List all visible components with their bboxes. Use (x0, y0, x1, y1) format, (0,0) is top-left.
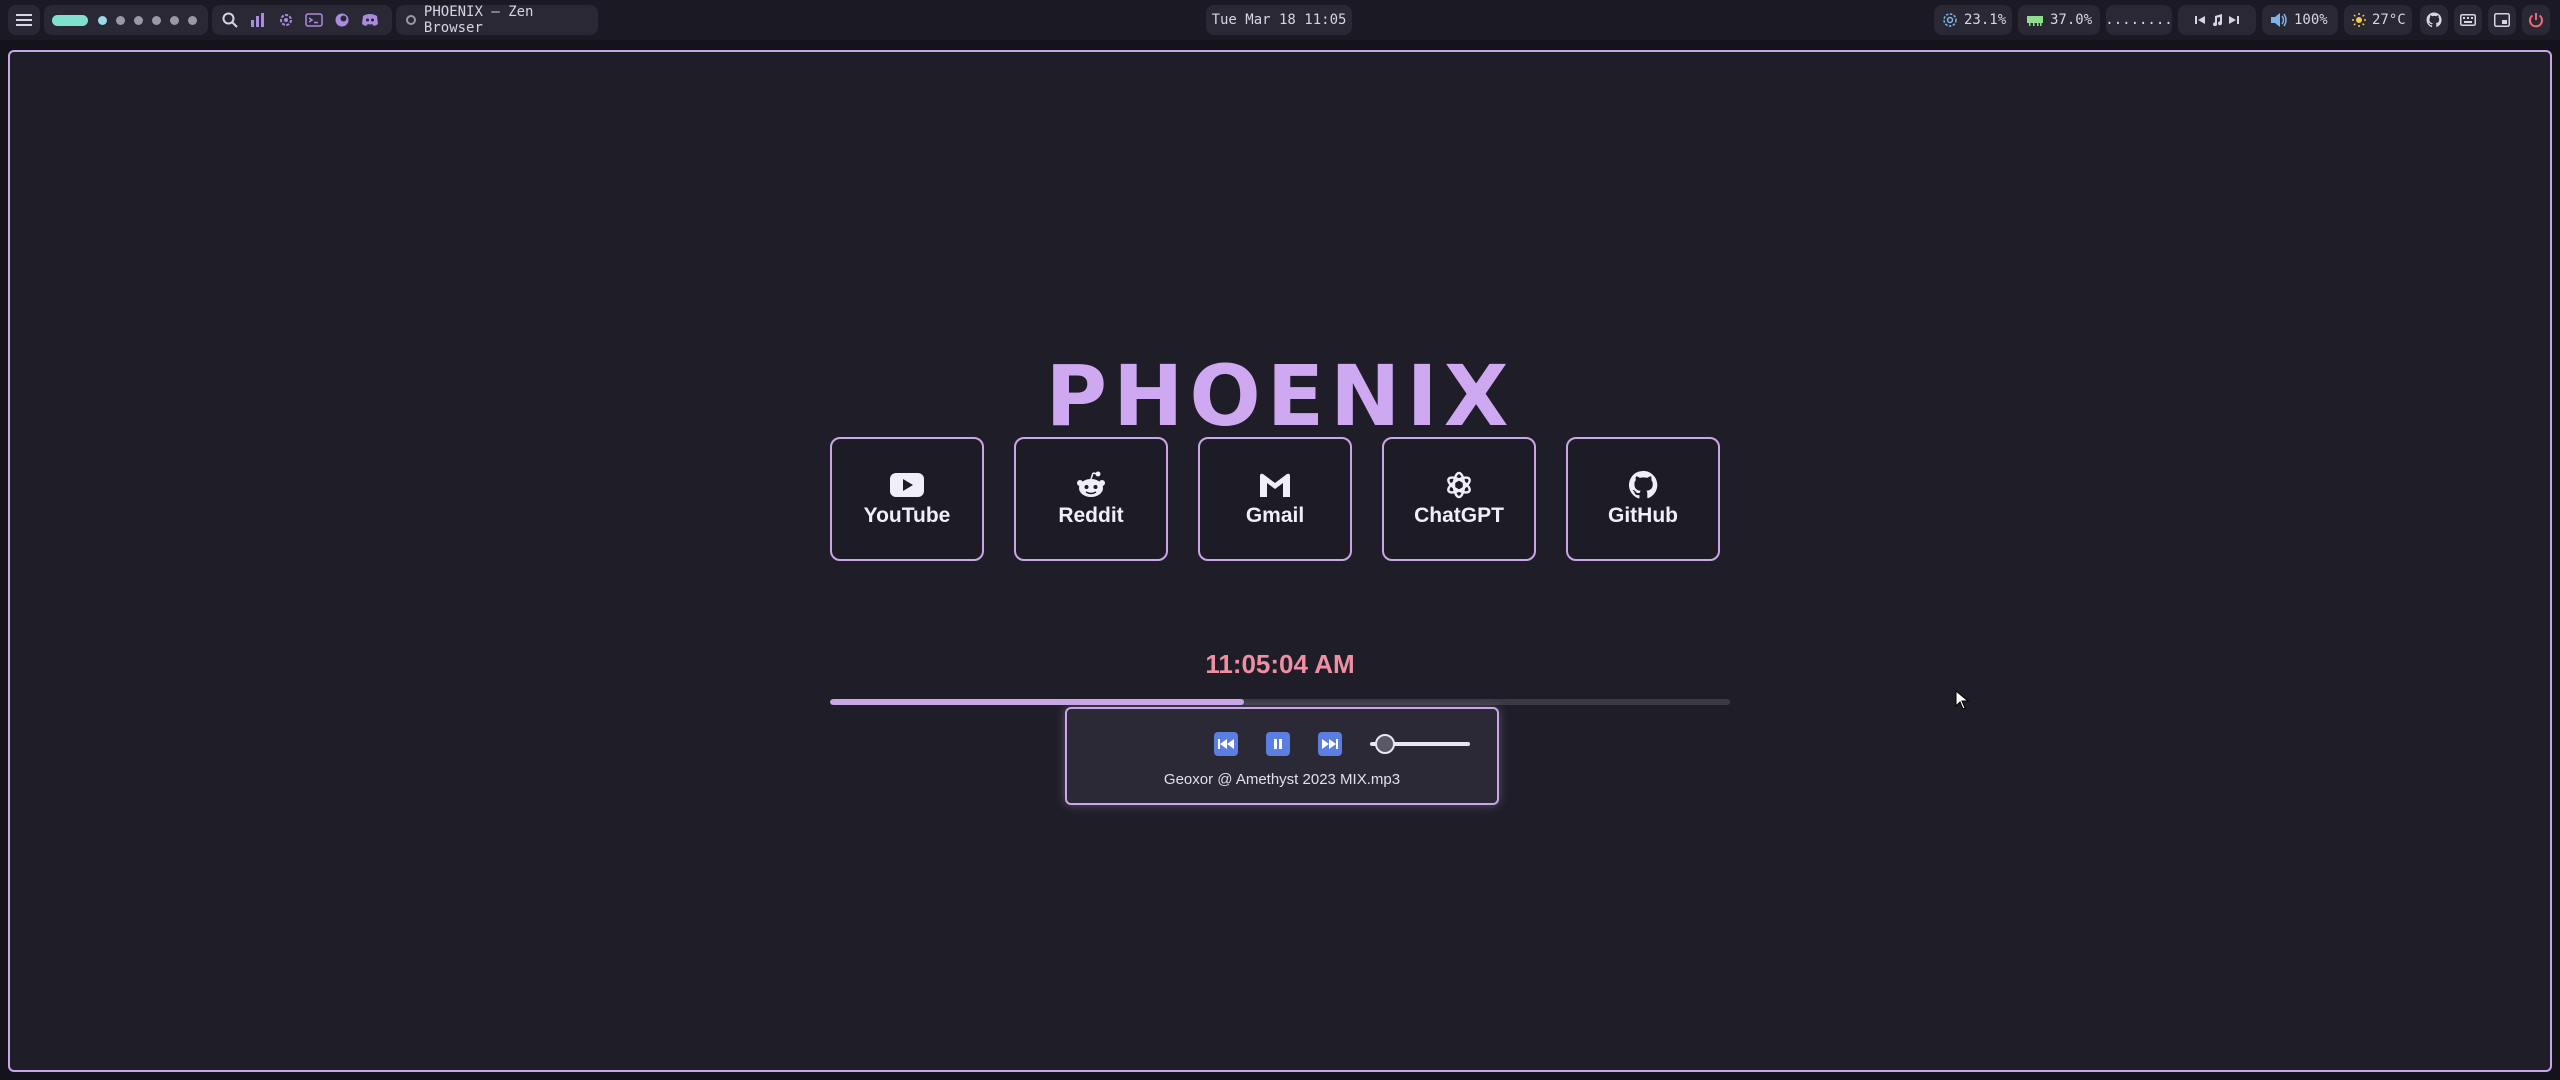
tile-label: Gmail (1245, 504, 1305, 527)
speaker-icon (2271, 13, 2287, 27)
rewind-icon (1218, 739, 1234, 749)
github-icon (1628, 470, 1658, 500)
tile-reddit[interactable]: Reddit (1014, 437, 1168, 561)
memory-icon (2027, 16, 2043, 26)
track-title: Geoxor @ Amethyst 2023 MIX.mp3 (1163, 771, 1401, 788)
tile-github[interactable]: GitHub (1566, 437, 1720, 561)
workspace-switcher (44, 5, 208, 35)
tile-chatgpt[interactable]: ChatGPT (1382, 437, 1536, 561)
memory-value: 37.0% (2050, 12, 2093, 28)
reddit-icon (1075, 470, 1107, 500)
workspace-3[interactable] (116, 15, 125, 25)
workspace-7[interactable] (188, 15, 197, 25)
tile-label: YouTube (863, 504, 951, 527)
music-player: Geoxor @ Amethyst 2023 MIX.mp3 (1065, 707, 1499, 805)
volume-handle[interactable] (1375, 734, 1395, 754)
chatgpt-icon (1444, 470, 1474, 500)
memory-widget[interactable]: 37.0% (2018, 5, 2100, 35)
keyboard-layout-button[interactable] (2454, 5, 2482, 35)
pause-icon (1274, 739, 1282, 749)
temperature-value: 27°C (2372, 12, 2406, 28)
window-circle-icon (406, 15, 416, 25)
workspace-2[interactable] (98, 15, 107, 25)
sun-icon (2352, 13, 2366, 27)
discord-icon[interactable] (359, 9, 381, 31)
music-note-icon[interactable] (2211, 14, 2223, 26)
shortcut-tiles: YouTube Reddit Gmail ChatGPT GitHub (830, 437, 1720, 561)
fast-forward-button[interactable] (1318, 732, 1342, 756)
workspace-1[interactable] (52, 14, 88, 26)
player-controls (1067, 732, 1497, 756)
tile-label: ChatGPT (1414, 504, 1504, 527)
workspace-5[interactable] (152, 15, 161, 25)
rewind-button[interactable] (1214, 732, 1238, 756)
tile-label: Reddit (1058, 504, 1124, 527)
github-icon (2426, 12, 2442, 28)
tile-gmail[interactable]: Gmail (1198, 437, 1352, 561)
search-icon[interactable] (219, 9, 241, 31)
cpu-icon (1943, 13, 1957, 27)
media-controls-bar (2178, 5, 2256, 35)
power-icon (2529, 13, 2543, 28)
browser-icon[interactable] (331, 9, 353, 31)
workspace-4[interactable] (134, 15, 143, 25)
settings-gear-icon[interactable] (275, 9, 297, 31)
datetime-text: Tue Mar 18 11:05 (1211, 12, 1347, 28)
page-title: PHOENIX (1045, 347, 1515, 445)
network-value: ........ (2105, 12, 2173, 28)
monitor-graph-icon[interactable] (247, 9, 269, 31)
pause-button[interactable] (1266, 732, 1290, 756)
app-launcher-bar (212, 5, 392, 35)
github-tray-button[interactable] (2420, 5, 2448, 35)
volume-widget[interactable]: 100% (2262, 5, 2338, 35)
progress-fill (830, 699, 1244, 705)
keyboard-icon (2460, 14, 2476, 26)
tile-label: GitHub (1608, 504, 1678, 527)
cpu-value: 23.1% (1964, 12, 2007, 28)
menu-icon (16, 14, 32, 26)
menu-button[interactable] (8, 5, 40, 35)
top-bar: PHOENIX — Zen Browser Tue Mar 18 11:05 2… (0, 0, 2560, 40)
cpu-widget[interactable]: 23.1% (1934, 5, 2012, 35)
workspace-6[interactable] (170, 15, 179, 25)
day-progress-bar (830, 699, 1730, 705)
next-track-icon[interactable] (2229, 15, 2239, 25)
youtube-icon (890, 470, 924, 500)
browser-window: PHOENIX YouTube Reddit Gmail ChatGPT Git… (8, 50, 2552, 1072)
clock-display: 11:05:04 AM (1205, 649, 1355, 679)
network-widget[interactable]: ........ (2105, 5, 2173, 35)
tile-youtube[interactable]: YouTube (830, 437, 984, 561)
mouse-cursor-icon (1955, 690, 1969, 710)
weather-widget[interactable]: 27°C (2344, 5, 2412, 35)
clock-widget[interactable]: Tue Mar 18 11:05 (1206, 5, 1352, 35)
terminal-icon[interactable] (303, 9, 325, 31)
volume-slider[interactable] (1370, 732, 1470, 756)
power-button[interactable] (2522, 5, 2550, 35)
active-window-title: PHOENIX — Zen Browser (396, 4, 598, 36)
volume-value: 100% (2294, 12, 2328, 28)
fast-forward-icon (1322, 739, 1338, 749)
window-title-text: PHOENIX — Zen Browser (423, 4, 534, 36)
gmail-icon (1259, 470, 1291, 500)
screenshot-button[interactable] (2488, 5, 2516, 35)
screenshot-icon (2494, 13, 2510, 27)
previous-track-icon[interactable] (2195, 15, 2205, 25)
